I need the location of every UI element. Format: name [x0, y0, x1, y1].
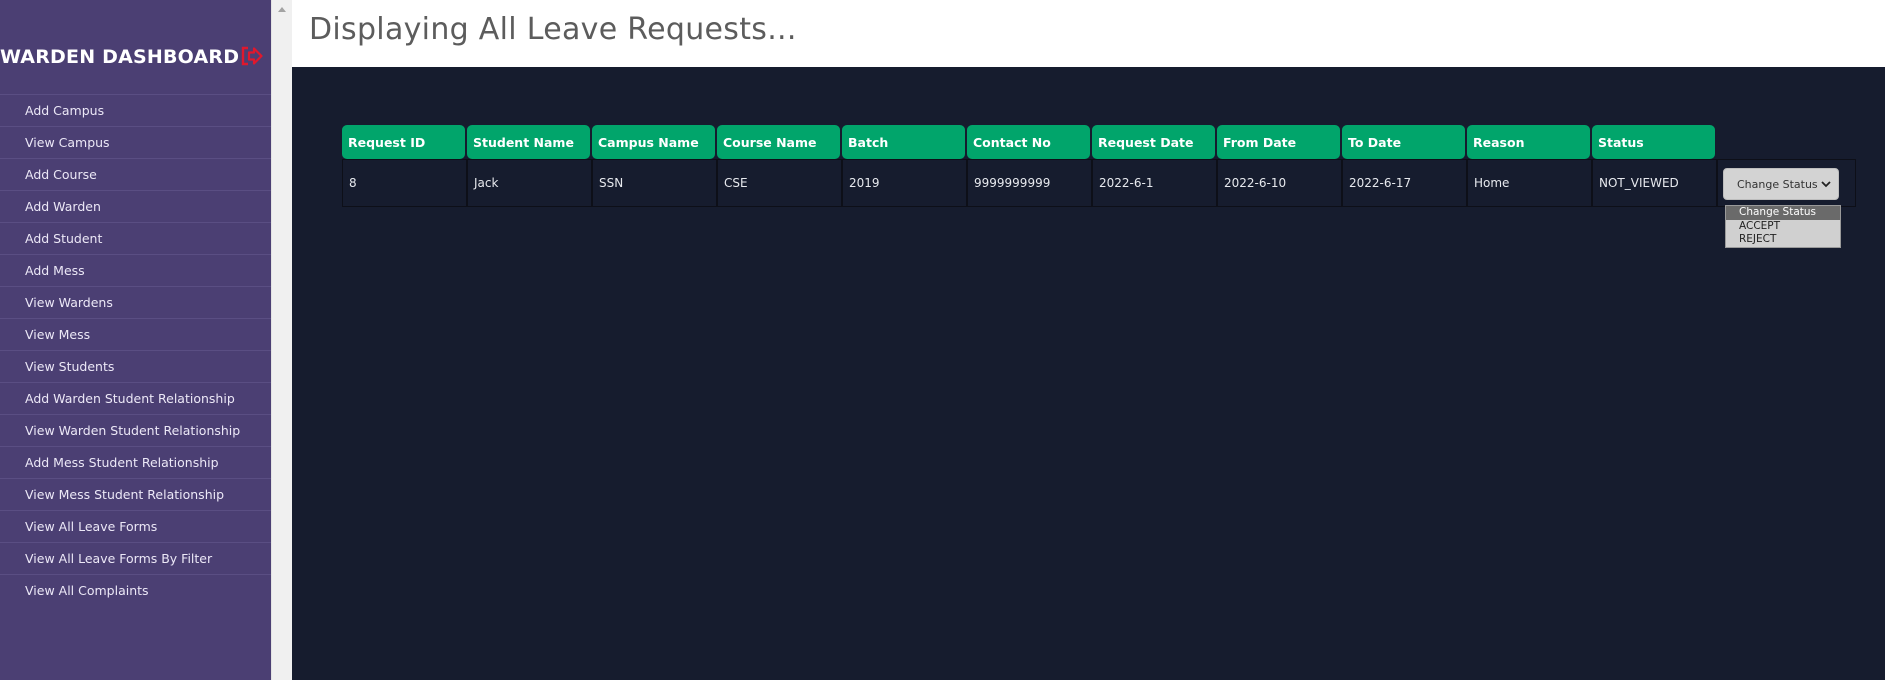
column-header: Batch	[842, 125, 965, 159]
sidebar-item-add-campus[interactable]: Add Campus	[0, 94, 271, 126]
column-header: Student Name	[467, 125, 590, 159]
sidebar-item-add-mess-student-relationship[interactable]: Add Mess Student Relationship	[0, 446, 271, 478]
table-cell: 2022-6-10	[1217, 159, 1342, 207]
sidebar-item-view-warden-student-relationship[interactable]: View Warden Student Relationship	[0, 414, 271, 446]
table-row: 8 Jack SSN CSE 2019 9999999999 2022-6-1 …	[342, 159, 1856, 207]
column-header: Contact No	[967, 125, 1090, 159]
sidebar-item-add-student[interactable]: Add Student	[0, 222, 271, 254]
table-cell: 8	[342, 159, 467, 207]
column-header: Reason	[1467, 125, 1590, 159]
scroll-up-arrow-icon[interactable]	[278, 7, 286, 12]
logout-icon[interactable]	[240, 45, 264, 67]
sidebar-item-view-all-leave-forms[interactable]: View All Leave Forms	[0, 510, 271, 542]
change-status-dropdown: Change Status ACCEPT REJECT	[1725, 205, 1841, 248]
sidebar-item-view-students[interactable]: View Students	[0, 350, 271, 382]
table-header-row: Request ID Student Name Campus Name Cour…	[342, 125, 1856, 159]
sidebar-brand: WARDEN DASHBOARD	[0, 44, 271, 70]
column-header: From Date	[1217, 125, 1340, 159]
sidebar-item-view-all-complaints[interactable]: View All Complaints	[0, 574, 271, 606]
table-cell: CSE	[717, 159, 842, 207]
table-cell: Jack	[467, 159, 592, 207]
sidebar-item-add-mess[interactable]: Add Mess	[0, 254, 271, 286]
sidebar-item-add-course[interactable]: Add Course	[0, 158, 271, 190]
sidebar-nav: Add Campus View Campus Add Course Add Wa…	[0, 94, 271, 606]
option-accept[interactable]: ACCEPT	[1726, 220, 1840, 234]
sidebar-item-view-all-leave-forms-by-filter[interactable]: View All Leave Forms By Filter	[0, 542, 271, 574]
column-header: Request Date	[1092, 125, 1215, 159]
table-cell: 9999999999	[967, 159, 1092, 207]
page-title: Displaying All Leave Requests...	[309, 12, 797, 47]
table-cell: Home	[1467, 159, 1592, 207]
sidebar-item-view-mess-student-relationship[interactable]: View Mess Student Relationship	[0, 478, 271, 510]
column-header: Course Name	[717, 125, 840, 159]
column-header: Status	[1592, 125, 1715, 159]
option-change-status[interactable]: Change Status	[1726, 206, 1840, 220]
option-reject[interactable]: REJECT	[1726, 233, 1840, 247]
change-status-select[interactable]: Change Status	[1723, 168, 1839, 200]
table-cell: 2022-6-17	[1342, 159, 1467, 207]
sidebar-item-add-warden[interactable]: Add Warden	[0, 190, 271, 222]
main-content: Request ID Student Name Campus Name Cour…	[292, 67, 1885, 680]
sidebar-scrollbar[interactable]	[271, 0, 293, 680]
column-header: Request ID	[342, 125, 465, 159]
table-cell: SSN	[592, 159, 717, 207]
page-header: Displaying All Leave Requests...	[292, 0, 1885, 67]
change-status-select-value: Change Status	[1737, 177, 1818, 191]
table-cell: 2022-6-1	[1092, 159, 1217, 207]
table-cell: 2019	[842, 159, 967, 207]
sidebar: WARDEN DASHBOARD Add Campus View Campus …	[0, 0, 271, 680]
leave-requests-table: Request ID Student Name Campus Name Cour…	[342, 125, 1856, 207]
table-cell-status: NOT_VIEWED	[1592, 159, 1717, 207]
column-header: Campus Name	[592, 125, 715, 159]
sidebar-item-view-mess[interactable]: View Mess	[0, 318, 271, 350]
sidebar-item-add-warden-student-relationship[interactable]: Add Warden Student Relationship	[0, 382, 271, 414]
column-header: To Date	[1342, 125, 1465, 159]
chevron-down-icon	[1821, 179, 1831, 189]
sidebar-item-view-wardens[interactable]: View Wardens	[0, 286, 271, 318]
table-cell-action: Change Status	[1717, 159, 1856, 207]
sidebar-item-view-campus[interactable]: View Campus	[0, 126, 271, 158]
dashboard-title: WARDEN DASHBOARD	[0, 46, 240, 68]
